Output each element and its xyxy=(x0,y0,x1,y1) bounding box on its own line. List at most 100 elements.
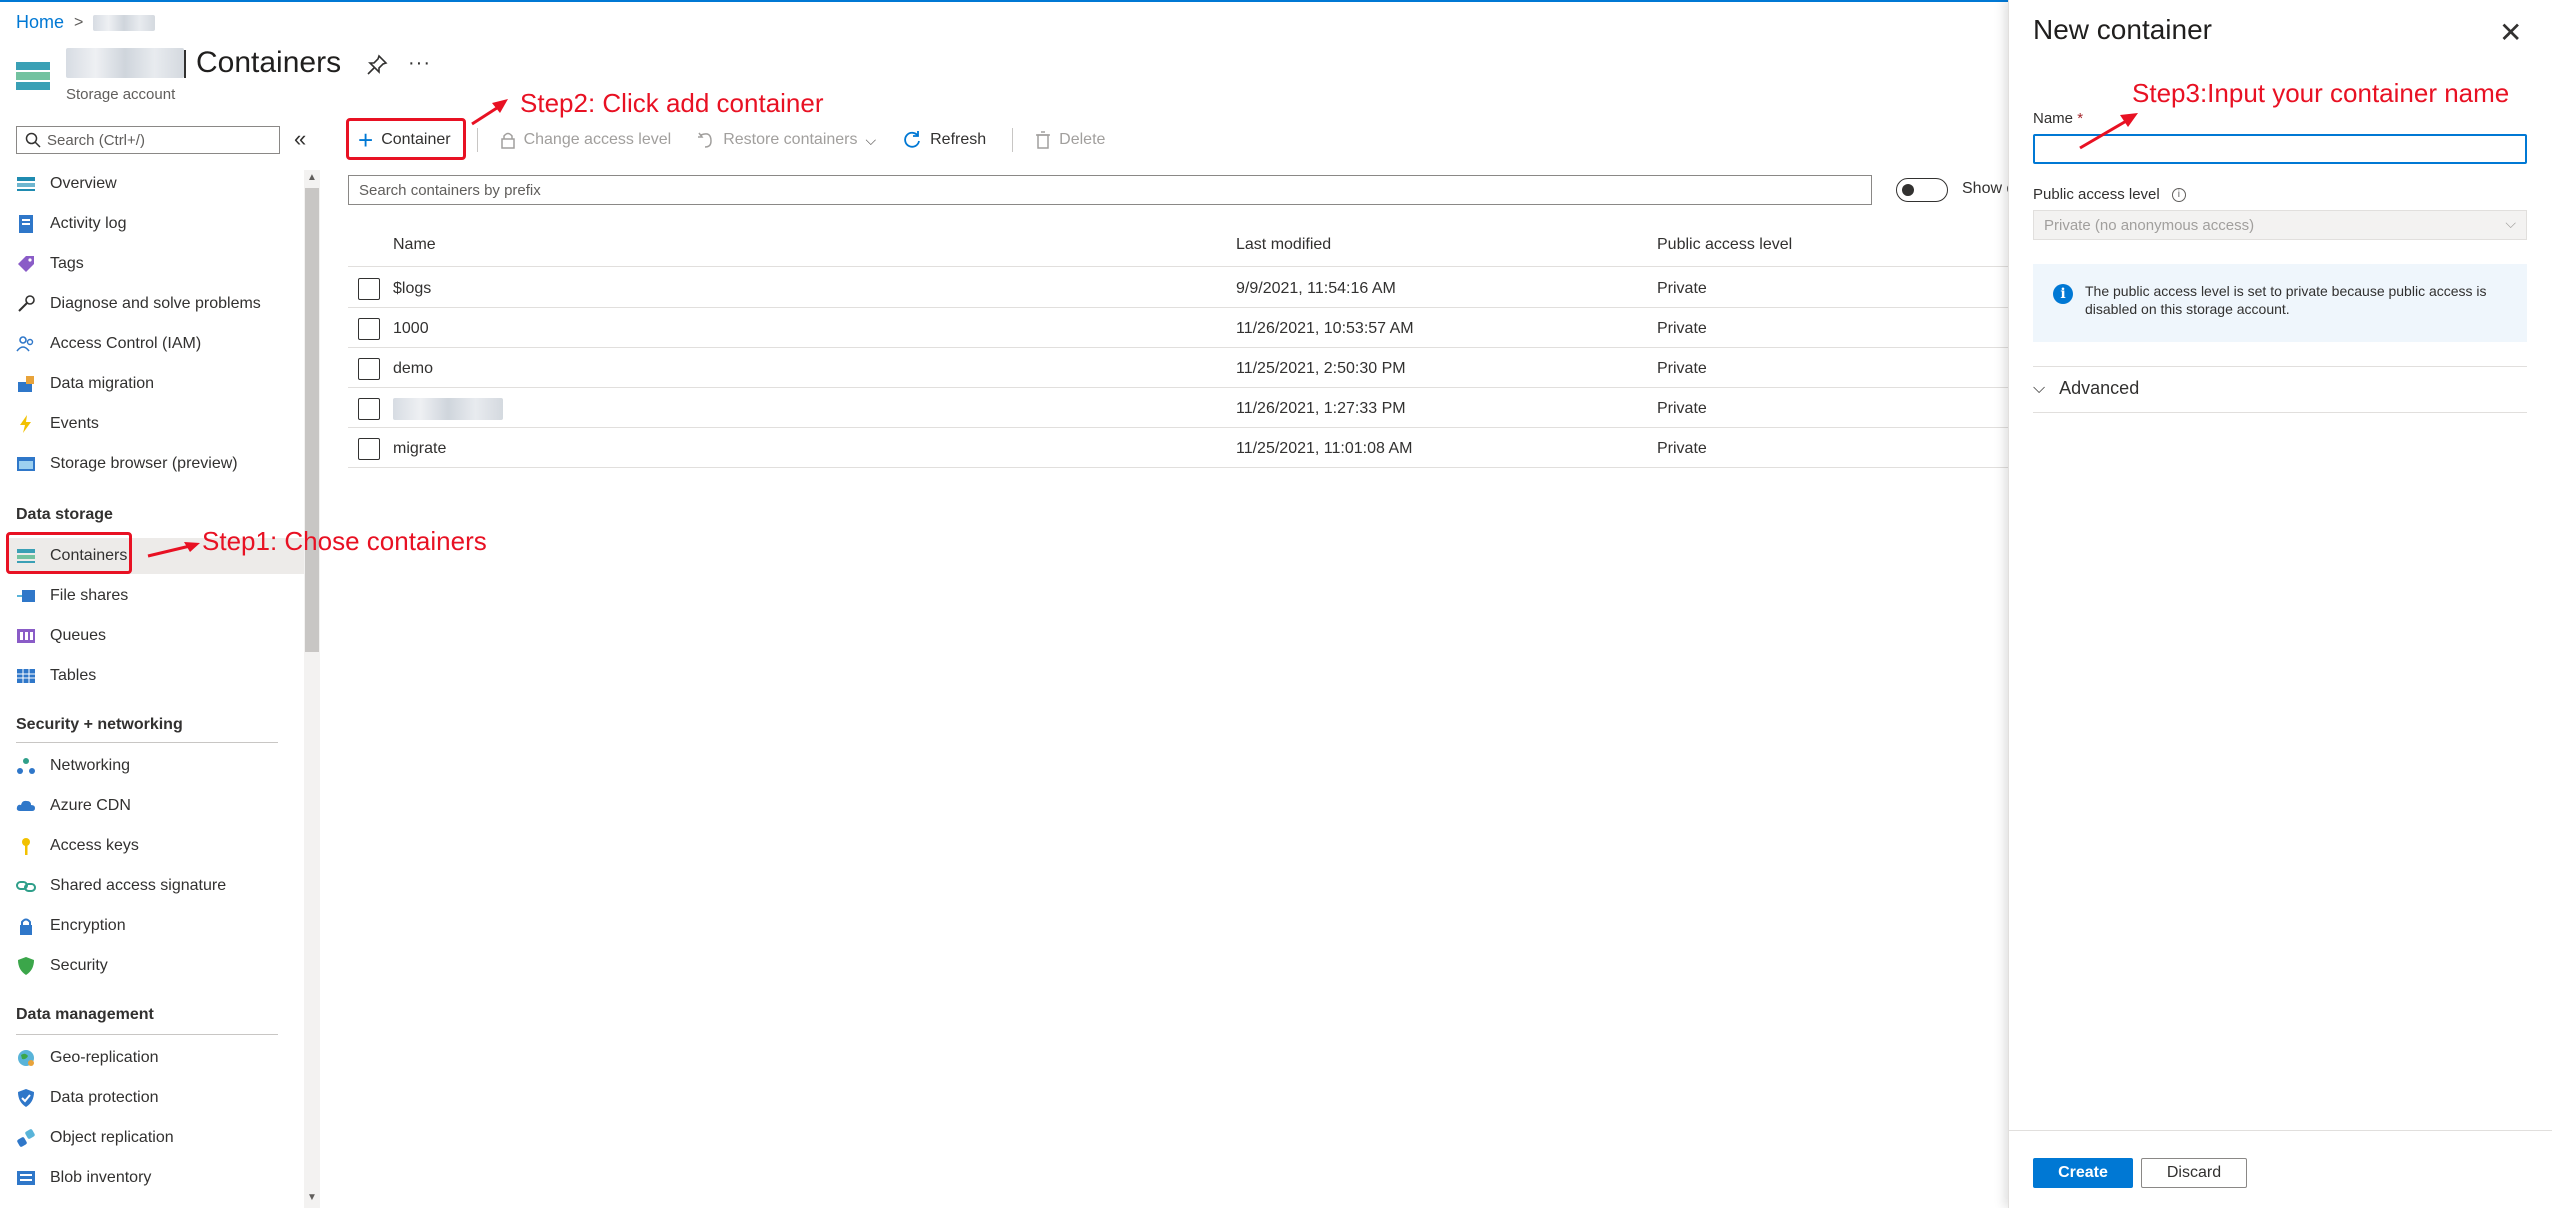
toolbar-separator xyxy=(476,128,478,152)
delete-button[interactable]: Delete xyxy=(1035,131,1105,149)
more-options-icon[interactable]: ··· xyxy=(408,52,431,75)
sidebar-item-tags[interactable]: Tags xyxy=(16,246,292,282)
pin-icon[interactable] xyxy=(366,54,388,76)
column-header-public-access[interactable]: Public access level xyxy=(1657,236,1792,254)
sidebar-item-encryption[interactable]: Encryption xyxy=(16,908,292,944)
sidebar-item-diagnose[interactable]: Diagnose and solve problems xyxy=(16,286,292,322)
collapse-sidebar-icon[interactable]: « xyxy=(294,126,306,152)
link-icon xyxy=(16,876,36,896)
row-last-modified: 11/26/2021, 10:53:57 AM xyxy=(1236,320,1414,337)
row-name[interactable]: migrate xyxy=(393,440,446,458)
table-row[interactable]: 11/26/2021, 1:27:33 PM Private xyxy=(348,388,2008,428)
sidebar-search-placeholder: Search (Ctrl+/) xyxy=(47,131,145,149)
key-icon xyxy=(16,836,36,856)
table-row[interactable]: demo 11/25/2021, 2:50:30 PM Private xyxy=(348,348,2008,388)
activity-log-icon xyxy=(16,214,36,234)
row-checkbox[interactable] xyxy=(358,438,380,460)
search-icon xyxy=(25,132,41,148)
sidebar-item-label: Tags xyxy=(50,255,84,272)
row-last-modified: 9/9/2021, 11:54:16 AM xyxy=(1236,280,1396,297)
discard-button[interactable]: Discard xyxy=(2141,1158,2247,1188)
sidebar-item-data-protection[interactable]: Data protection xyxy=(16,1080,292,1116)
info-circle-icon: i xyxy=(2053,284,2073,304)
row-name-redacted[interactable] xyxy=(393,398,503,420)
sidebar-item-label: Events xyxy=(50,415,99,432)
table-row[interactable]: migrate 11/25/2021, 11:01:08 AM Private xyxy=(348,428,2008,468)
sidebar-item-label: Diagnose and solve problems xyxy=(50,295,261,312)
sidebar-item-label: Azure CDN xyxy=(50,797,131,814)
info-message: i The public access level is set to priv… xyxy=(2033,264,2527,342)
panel-footer-divider xyxy=(2009,1130,2552,1131)
chevron-down-icon: ⌵ xyxy=(2505,215,2516,231)
row-checkbox[interactable] xyxy=(358,398,380,420)
data-protection-icon xyxy=(16,1088,36,1108)
restore-containers-button[interactable]: Restore containers ⌵ xyxy=(697,131,876,149)
sidebar-item-shared-access-signature[interactable]: Shared access signature xyxy=(16,868,292,904)
sidebar-item-object-replication[interactable]: Object replication xyxy=(16,1120,292,1156)
sidebar-item-label: Security xyxy=(50,957,108,974)
create-button[interactable]: Create xyxy=(2033,1158,2133,1188)
sidebar-item-file-shares[interactable]: File shares xyxy=(16,578,292,614)
sidebar-item-label: Overview xyxy=(50,175,117,192)
sidebar-item-iam[interactable]: Access Control (IAM) xyxy=(16,326,292,362)
breadcrumb-account-redacted[interactable] xyxy=(93,14,156,31)
new-container-panel: New container ✕ Name * Public access lev… xyxy=(2008,0,2552,1208)
table-row[interactable]: 1000 11/26/2021, 10:53:57 AM Private xyxy=(348,308,2008,348)
sidebar-item-access-keys[interactable]: Access keys xyxy=(16,828,292,864)
row-checkbox[interactable] xyxy=(358,358,380,380)
step2-annotation: Step2: Click add container xyxy=(520,88,824,118)
public-access-select[interactable]: Private (no anonymous access) ⌵ xyxy=(2033,210,2527,240)
breadcrumb: Home > xyxy=(16,12,156,33)
step3-arrow-icon xyxy=(2079,113,2138,150)
sidebar-item-blob-inventory[interactable]: Blob inventory xyxy=(16,1160,292,1196)
sidebar-section-security-networking: Security + networking xyxy=(16,716,183,733)
container-search-input[interactable]: Search containers by prefix xyxy=(348,175,1872,205)
column-header-last-modified[interactable]: Last modified xyxy=(1236,236,1331,254)
sidebar-item-storage-browser[interactable]: Storage browser (preview) xyxy=(16,446,292,482)
row-last-modified: 11/25/2021, 2:50:30 PM xyxy=(1236,360,1406,377)
row-name[interactable]: $logs xyxy=(393,280,431,298)
column-header-name[interactable]: Name xyxy=(393,236,436,254)
title-divider xyxy=(184,50,186,78)
sidebar-search-input[interactable]: Search (Ctrl+/) xyxy=(16,126,280,154)
sidebar-item-label: Geo-replication xyxy=(50,1049,159,1066)
close-icon[interactable]: ✕ xyxy=(2499,16,2522,49)
networking-icon xyxy=(16,756,36,776)
show-deleted-toggle[interactable] xyxy=(1896,178,1948,202)
table-header-divider xyxy=(348,266,2008,267)
sidebar-item-tables[interactable]: Tables xyxy=(16,658,292,694)
refresh-button[interactable]: Refresh xyxy=(902,130,986,150)
sidebar-section-data-storage: Data storage xyxy=(16,506,113,523)
scroll-up-arrow-icon[interactable]: ▲ xyxy=(305,172,319,183)
change-access-level-button[interactable]: Change access level xyxy=(500,131,671,149)
advanced-divider-bottom xyxy=(2033,412,2527,413)
sidebar-item-azure-cdn[interactable]: Azure CDN xyxy=(16,788,292,824)
row-name[interactable]: demo xyxy=(393,360,433,378)
sidebar-item-security[interactable]: Security xyxy=(16,948,292,984)
advanced-expander[interactable]: ⌵ Advanced xyxy=(2033,378,2139,399)
cloud-icon xyxy=(16,796,36,816)
sidebar-item-networking[interactable]: Networking xyxy=(16,748,292,784)
breadcrumb-home[interactable]: Home xyxy=(16,12,64,33)
queues-icon xyxy=(16,626,36,646)
sidebar-item-activity-log[interactable]: Activity log xyxy=(16,206,292,242)
row-checkbox[interactable] xyxy=(358,278,380,300)
sidebar-item-overview[interactable]: Overview xyxy=(16,166,292,202)
lightning-icon xyxy=(16,414,36,434)
row-name[interactable]: 1000 xyxy=(393,320,429,338)
info-icon[interactable]: i xyxy=(2171,188,2186,203)
sidebar-item-data-migration[interactable]: Data migration xyxy=(16,366,292,402)
sidebar-scroll-thumb[interactable] xyxy=(305,188,319,652)
sidebar-item-events[interactable]: Events xyxy=(16,406,292,442)
file-shares-icon xyxy=(16,586,36,606)
shield-icon xyxy=(16,956,36,976)
page-title: Containers xyxy=(196,46,342,79)
table-row[interactable]: $logs 9/9/2021, 11:54:16 AM Private xyxy=(348,268,2008,308)
sidebar-item-geo-replication[interactable]: Geo-replication xyxy=(16,1040,292,1076)
row-checkbox[interactable] xyxy=(358,318,380,340)
refresh-label: Refresh xyxy=(930,131,987,148)
sidebar-item-label: Queues xyxy=(50,627,107,644)
sidebar-item-queues[interactable]: Queues xyxy=(16,618,292,654)
row-access-level: Private xyxy=(1657,440,1707,457)
scroll-down-arrow-icon[interactable]: ▼ xyxy=(305,1192,319,1203)
